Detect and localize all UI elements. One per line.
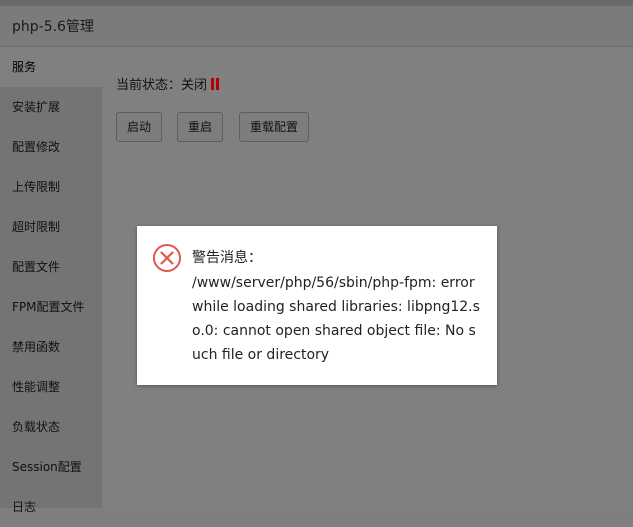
sidebar-item-label: 配置修改 [12, 140, 61, 154]
dialog-title: 警告消息： [192, 250, 262, 266]
error-x-circle-icon [153, 244, 181, 272]
sidebar-item-config-file[interactable]: 配置文件 [0, 247, 102, 287]
sidebar-item-upload-limit[interactable]: 上传限制 [0, 167, 102, 207]
sidebar-item-fpm-config-file[interactable]: FPM配置文件 [0, 287, 102, 327]
sidebar-item-session-config[interactable]: Session配置 [0, 447, 102, 487]
service-status: 当前状态：关闭 [116, 74, 220, 93]
sidebar-item-label: Session配置 [12, 460, 82, 474]
sidebar-item-label: 上传限制 [12, 180, 61, 194]
window-titlebar[interactable]: php-5.6管理 [0, 6, 633, 47]
dialog-message: /www/server/php/56/sbin/php-fpm: error w… [192, 275, 480, 363]
window-title: php-5.6管理 [12, 19, 94, 35]
sidebar-item-performance-tuning[interactable]: 性能调整 [0, 367, 102, 407]
warning-dialog: 警告消息： /www/server/php/56/sbin/php-fpm: e… [137, 226, 497, 385]
sidebar-item-label: 禁用函数 [12, 340, 61, 354]
sidebar-item-timeout-limit[interactable]: 超时限制 [0, 207, 102, 247]
sidebar: 服务 安装扩展 配置修改 上传限制 超时限制 配置文件 FPM配置文件 禁用函数… [0, 47, 102, 514]
sidebar-item-label: 服务 [12, 60, 37, 74]
sidebar-item-label: 日志 [12, 500, 37, 514]
sidebar-item-load-status[interactable]: 负载状态 [0, 407, 102, 447]
sidebar-item-install-extension[interactable]: 安装扩展 [0, 87, 102, 127]
sidebar-item-label: 负载状态 [12, 420, 61, 434]
sidebar-item-label: 超时限制 [12, 220, 61, 234]
sidebar-item-service[interactable]: 服务 [0, 47, 102, 87]
sidebar-item-config-edit[interactable]: 配置修改 [0, 127, 102, 167]
start-button[interactable]: 启动 [116, 112, 163, 142]
sidebar-item-log[interactable]: 日志 [0, 487, 102, 527]
pause-icon [211, 78, 220, 90]
restart-button[interactable]: 重启 [177, 112, 224, 142]
status-text: 当前状态：关闭 [116, 78, 208, 93]
sidebar-item-label: FPM配置文件 [12, 300, 85, 314]
sidebar-item-label: 性能调整 [12, 380, 61, 394]
sidebar-item-label: 配置文件 [12, 260, 61, 274]
sidebar-item-disabled-functions[interactable]: 禁用函数 [0, 327, 102, 367]
reload-config-button[interactable]: 重载配置 [239, 112, 310, 142]
sidebar-item-label: 安装扩展 [12, 100, 61, 114]
